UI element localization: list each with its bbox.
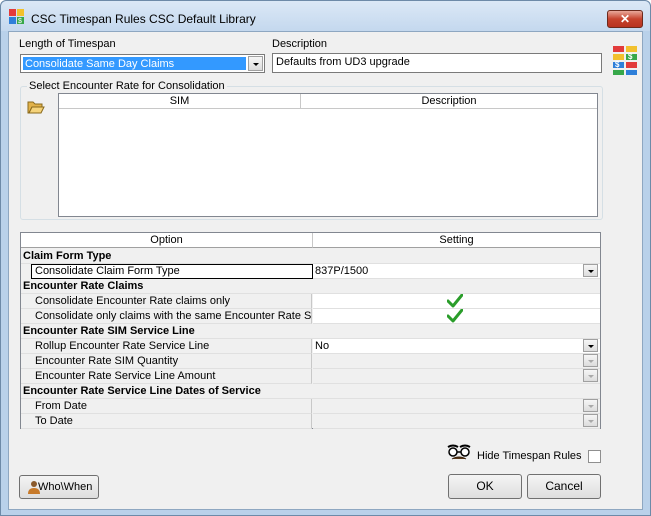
chevron-down-icon <box>588 420 594 423</box>
length-of-timespan-dropdown[interactable]: Consolidate Same Day Claims <box>20 54 265 73</box>
chevron-down-icon <box>588 405 594 408</box>
grid-category-row: Encounter Rate Service Line Dates of Ser… <box>21 384 600 399</box>
option-label: Consolidate only claims with the same En… <box>21 309 312 324</box>
grid-row-encounter-rate-service-line-amount: Encounter Rate Service Line Amount <box>21 369 600 384</box>
dialog-client-area: Length of Timespan Consolidate Same Day … <box>8 31 643 510</box>
svg-text:$: $ <box>615 60 620 69</box>
close-button[interactable]: ✕ <box>607 10 643 28</box>
sim-column-header[interactable]: SIM <box>59 94 301 109</box>
length-of-timespan-value: Consolidate Same Day Claims <box>23 57 246 70</box>
ok-button[interactable]: OK <box>448 474 522 499</box>
grid-row-consolidate-encounter-rate-claims-only[interactable]: Consolidate Encounter Rate claims only <box>21 293 600 309</box>
dropdown-button <box>583 414 598 427</box>
encounter-rate-list[interactable]: SIM Description <box>58 93 598 217</box>
grid-row-from-date: From Date <box>21 399 600 414</box>
grid-row-consolidate-claim-form-type[interactable]: Consolidate Claim Form Type 837P/1500 <box>21 264 600 279</box>
setting-column-header[interactable]: Setting <box>313 233 600 248</box>
grid-row-encounter-rate-sim-quantity: Encounter Rate SIM Quantity <box>21 354 600 369</box>
category-label: Encounter Rate Claims <box>21 279 600 294</box>
chevron-down-icon <box>588 360 594 363</box>
grid-category-row: Encounter Rate Claims <box>21 279 600 294</box>
description-label: Description <box>272 38 328 50</box>
setting-dropdown <box>313 354 600 369</box>
hide-timespan-rules-label: Hide Timespan Rules <box>477 450 582 462</box>
setting-check-cell[interactable] <box>313 293 600 309</box>
svg-text:$: $ <box>18 18 22 25</box>
grid-row-to-date: To Date <box>21 414 600 429</box>
open-folder-icon[interactable] <box>27 99 45 115</box>
option-column-header[interactable]: Option <box>21 233 313 248</box>
category-label: Encounter Rate Service Line Dates of Ser… <box>21 384 600 399</box>
disguise-glasses-icon <box>446 444 472 462</box>
grid-category-row: Claim Form Type <box>21 249 600 264</box>
window-title: CSC Timespan Rules CSC Default Library <box>31 12 256 26</box>
setting-dropdown <box>313 369 600 384</box>
setting-dropdown <box>313 414 600 429</box>
option-label: Encounter Rate Service Line Amount <box>21 369 312 384</box>
dropdown-button <box>583 354 598 367</box>
length-of-timespan-label: Length of Timespan <box>19 38 116 50</box>
option-label: Encounter Rate SIM Quantity <box>21 354 312 369</box>
setting-dropdown <box>313 399 600 414</box>
encounter-rate-group-title: Select Encounter Rate for Consolidation <box>27 80 227 92</box>
setting-value: 837P/1500 <box>315 265 369 277</box>
option-label: To Date <box>21 414 312 429</box>
grid-category-row: Encounter Rate SIM Service Line <box>21 324 600 339</box>
dropdown-button[interactable] <box>583 264 598 277</box>
dropdown-button[interactable] <box>248 56 263 71</box>
grid-row-consolidate-same-encounter-rate-sim[interactable]: Consolidate only claims with the same En… <box>21 308 600 324</box>
option-label[interactable]: Consolidate Claim Form Type <box>31 264 313 279</box>
chevron-down-icon <box>253 63 259 66</box>
hide-timespan-rules-checkbox[interactable] <box>588 450 601 463</box>
chevron-down-icon <box>588 270 594 273</box>
description-column-header[interactable]: Description <box>301 94 597 109</box>
dropdown-button <box>583 399 598 412</box>
category-label: Encounter Rate SIM Service Line <box>21 324 600 339</box>
description-input[interactable]: Defaults from UD3 upgrade <box>272 53 602 73</box>
category-label: Claim Form Type <box>21 249 600 264</box>
setting-check-cell[interactable] <box>313 308 600 324</box>
title-bar: $ CSC Timespan Rules CSC Default Library… <box>1 1 650 31</box>
rules-app-icon: $ <box>9 9 25 25</box>
option-label: Consolidate Encounter Rate claims only <box>21 294 312 309</box>
dropdown-button[interactable] <box>583 339 598 352</box>
who-when-label: Who\When <box>38 481 93 493</box>
setting-value: No <box>315 340 330 352</box>
setting-dropdown[interactable]: No <box>313 339 600 354</box>
cancel-button[interactable]: Cancel <box>527 474 601 499</box>
option-label: From Date <box>21 399 312 414</box>
svg-text:$: $ <box>628 52 633 61</box>
option-label: Rollup Encounter Rate Service Line <box>21 339 312 354</box>
dialog-window: $ CSC Timespan Rules CSC Default Library… <box>0 0 651 516</box>
colored-rules-icon[interactable]: $ $ <box>612 44 638 76</box>
options-grid[interactable]: Option Setting Claim Form Type Consolida… <box>20 232 601 429</box>
setting-dropdown[interactable]: 837P/1500 <box>313 264 600 279</box>
chevron-down-icon <box>588 375 594 378</box>
who-when-button[interactable]: Who\When <box>19 475 99 499</box>
chevron-down-icon <box>588 345 594 348</box>
grid-row-rollup-encounter-rate-service-line[interactable]: Rollup Encounter Rate Service Line No <box>21 339 600 354</box>
dropdown-button <box>583 369 598 382</box>
